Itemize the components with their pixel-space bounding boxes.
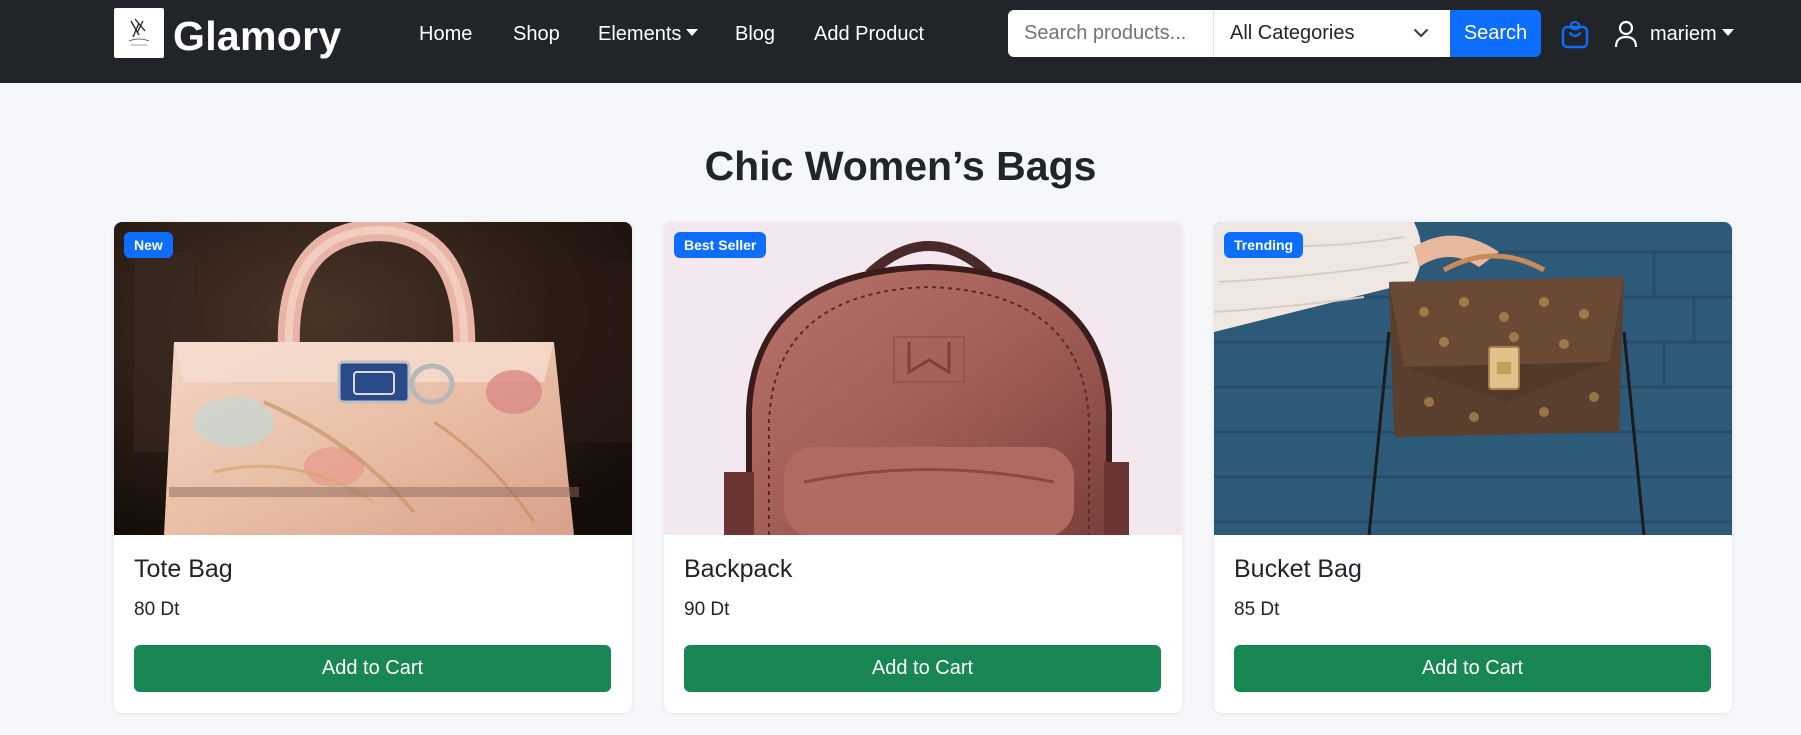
product-title[interactable]: Backpack (684, 555, 792, 584)
product-image[interactable] (664, 222, 1182, 535)
product-card: New Tote Bag 80 Dt Add to Cart (114, 222, 632, 713)
add-to-cart-button[interactable]: Add to Cart (1234, 645, 1711, 692)
user-menu-dropdown[interactable]: mariem (1614, 16, 1734, 52)
shopping-bag-icon[interactable] (1561, 19, 1589, 49)
product-card: Best Seller Backpack 90 Dt Add to Cart (664, 222, 1182, 713)
category-select[interactable]: All Categories (1213, 10, 1450, 57)
brand-name[interactable]: Glamory (173, 8, 341, 64)
chevron-down-icon (1414, 29, 1428, 37)
category-select-value: All Categories (1230, 22, 1355, 44)
backpack-image (664, 222, 1182, 535)
top-navbar: Glamory Home Shop Elements Blog Add Prod… (0, 0, 1801, 83)
product-badge: Best Seller (674, 232, 767, 258)
caret-down-icon (686, 29, 699, 37)
brand-logo[interactable] (114, 8, 164, 58)
product-image[interactable] (114, 222, 632, 535)
search-button[interactable]: Search (1450, 10, 1541, 57)
nav-elements-label: Elements (598, 23, 682, 45)
user-name: mariem (1650, 22, 1717, 45)
search-form: All Categories Search (1008, 10, 1541, 57)
product-price: 90 Dt (684, 599, 730, 620)
product-title[interactable]: Bucket Bag (1234, 555, 1362, 584)
tote-bag-image (114, 222, 632, 535)
nav-home[interactable]: Home (419, 16, 472, 52)
product-title[interactable]: Tote Bag (134, 555, 233, 584)
product-image[interactable] (1214, 222, 1732, 535)
person-icon (1614, 20, 1638, 48)
nav-shop[interactable]: Shop (513, 16, 560, 52)
bucket-bag-image (1214, 222, 1732, 535)
logo-sketch-icon (128, 18, 150, 46)
nav-add-product[interactable]: Add Product (814, 16, 924, 52)
product-card: Trending Bucket Bag 85 Dt Add to Cart (1214, 222, 1732, 713)
page-title: Chic Women’s Bags (704, 143, 1097, 189)
add-to-cart-button[interactable]: Add to Cart (684, 645, 1161, 692)
add-to-cart-button[interactable]: Add to Cart (134, 645, 611, 692)
nav-blog[interactable]: Blog (735, 16, 775, 52)
product-price: 85 Dt (1234, 599, 1280, 620)
product-badge: New (124, 232, 173, 258)
product-price: 80 Dt (134, 599, 180, 620)
caret-down-icon (1721, 28, 1734, 36)
product-badge: Trending (1224, 232, 1304, 258)
search-input[interactable] (1008, 10, 1213, 57)
nav-elements-dropdown[interactable]: Elements (598, 16, 699, 52)
